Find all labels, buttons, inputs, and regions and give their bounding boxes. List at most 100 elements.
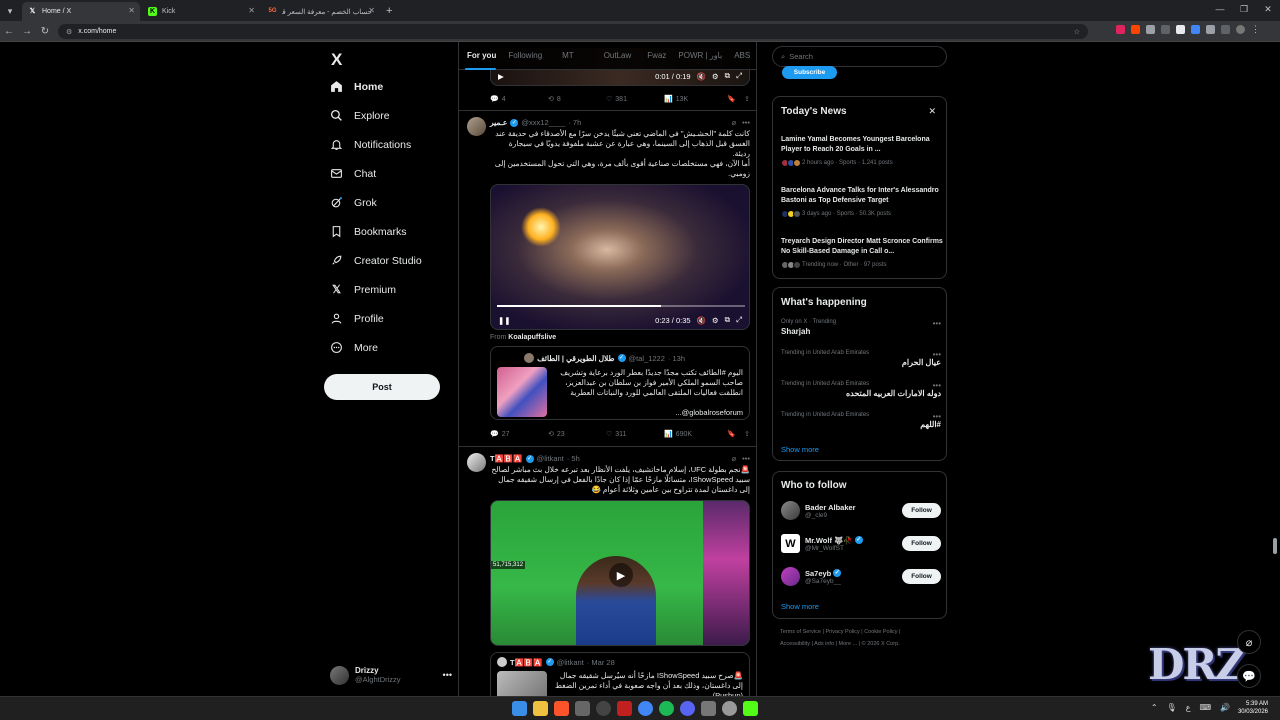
browser-tab-5g[interactable]: 5G حساب الخصم - معرفة السعر قبل ✕ (262, 2, 380, 21)
pause-icon[interactable]: ❚❚ (498, 316, 511, 325)
mute-icon[interactable]: 🔇 (697, 72, 706, 81)
site-info-icon[interactable]: ⚙ (66, 28, 72, 36)
app-icon[interactable] (617, 701, 632, 716)
quote-mention[interactable]: ...@globalroseforum (553, 408, 743, 417)
author-handle[interactable]: @xxx12____ (521, 118, 565, 127)
close-tab-icon[interactable]: ✕ (368, 6, 375, 15)
footer-link[interactable]: Accessibility (780, 641, 810, 647)
follow-suggestion[interactable]: Bader Albaker @_cle9 Follow (781, 501, 941, 520)
more-dots-icon[interactable]: ••• (742, 454, 750, 463)
nav-profile[interactable]: Profile (330, 312, 384, 325)
minimize-icon[interactable]: — (1208, 0, 1232, 18)
footer-link[interactable]: Ads info (814, 641, 834, 647)
nav-chat[interactable]: Chat (330, 167, 376, 180)
author-name[interactable]: عـمير (490, 118, 507, 127)
author-handle[interactable]: @litkant (537, 454, 564, 463)
tab-outlaw[interactable]: OutLaw (598, 51, 638, 60)
quoted-tweet[interactable]: T🅰️🅱️🅰️ ✓ @litkant · Mar 28 🚨صرح سبيد IS… (490, 652, 750, 696)
more-dots-icon[interactable]: ••• (933, 412, 941, 421)
mute-icon[interactable]: 🔇 (697, 316, 706, 325)
post-button[interactable]: Post (324, 374, 440, 400)
video-player[interactable]: 51,715,312 ▶ (490, 500, 750, 646)
close-tab-icon[interactable]: ✕ (248, 6, 255, 15)
from-source[interactable]: Koalapuffslive (508, 334, 556, 341)
extensions-puzzle-icon[interactable] (1206, 25, 1215, 34)
page-scrollbar[interactable] (1273, 538, 1277, 554)
news-headline[interactable]: Lamine Yamal Becomes Youngest Barcelona … (781, 135, 943, 155)
news-headline[interactable]: Treyarch Design Director Matt Scronce Co… (781, 237, 943, 257)
footer-link[interactable]: Privacy Policy (825, 629, 859, 635)
play-icon[interactable]: ▶ (609, 563, 633, 587)
more-dots-icon[interactable]: ••• (933, 381, 941, 390)
footer-link[interactable]: More ... (839, 641, 858, 647)
bookmark-star-icon[interactable]: ☆ (1074, 28, 1080, 36)
grok-icon[interactable]: ⌀ (732, 118, 737, 127)
network-icon[interactable]: ⌨ (1199, 703, 1211, 712)
new-tab-button[interactable]: + (380, 2, 398, 21)
bookmark-button[interactable]: 🔖 (727, 95, 736, 103)
quoted-tweet[interactable]: طلال الطويرقي | الطائف ✓ @tal_1222 · 13h… (490, 346, 750, 420)
settings-icon[interactable]: ⚙ (712, 316, 719, 325)
browser-tab-kick[interactable]: K Kick ✕ (142, 2, 260, 21)
reply-button[interactable]: 💬 27 (490, 430, 548, 439)
like-button[interactable]: ♡ 381 (606, 95, 664, 104)
settings-icon[interactable] (701, 701, 716, 716)
extension-icon[interactable] (1191, 25, 1200, 34)
video-progress-track[interactable] (497, 305, 745, 307)
profile-avatar-icon[interactable] (1236, 25, 1245, 34)
nav-creator-studio[interactable]: Creator Studio (330, 254, 422, 267)
share-icon[interactable]: ⇪ (744, 95, 750, 103)
bookmark-button[interactable]: 🔖 (727, 430, 736, 438)
tab-abs[interactable]: ABS (728, 51, 756, 60)
subscribe-button[interactable]: Subscribe (782, 66, 837, 79)
browser-tab-x[interactable]: 𝕏 Home / X ✕ (22, 2, 140, 21)
app-icon[interactable] (722, 701, 737, 716)
chevron-up-icon[interactable]: ⌃ (1151, 703, 1158, 712)
news-headline[interactable]: Barcelona Advance Talks for Inter's Ales… (781, 186, 943, 206)
author-name[interactable]: T🅰️🅱️🅰️ (490, 454, 523, 463)
spotify-icon[interactable] (659, 701, 674, 716)
share-icon[interactable]: ⇪ (744, 430, 750, 438)
trend-item[interactable]: Only on X · Trending ••• Sharjah (781, 319, 941, 336)
nav-premium[interactable]: 𝕏 Premium (330, 283, 396, 297)
settings-icon[interactable]: ⚙ (712, 72, 719, 81)
views-button[interactable]: 📊 690K (664, 430, 722, 439)
grok-fab-icon[interactable]: ⌀ (1237, 630, 1261, 654)
avatar[interactable] (467, 117, 486, 136)
more-dots-icon[interactable]: ••• (933, 319, 941, 328)
account-switcher[interactable]: Drizzy @AlghtDrizzy ••• (330, 662, 452, 688)
address-bar[interactable]: ⚙ x.com/home ☆ (58, 24, 1088, 39)
repost-button[interactable]: ⟲ 8 (548, 95, 606, 104)
trend-item[interactable]: Trending in United Arab Emirates ••• دوله … (781, 381, 941, 398)
more-dots-icon[interactable]: ••• (933, 350, 941, 359)
language-indicator[interactable]: ع (1186, 703, 1191, 712)
nav-notifications[interactable]: Notifications (330, 138, 411, 151)
pip-icon[interactable]: ⧉ (725, 71, 730, 81)
nav-explore[interactable]: Explore (330, 109, 390, 122)
extension-icon[interactable] (1161, 25, 1170, 34)
forward-icon[interactable]: → (18, 26, 36, 37)
follow-button[interactable]: Follow (902, 536, 941, 551)
footer-link[interactable]: Cookie Policy (864, 629, 897, 635)
play-icon[interactable]: ▶ (498, 72, 504, 81)
menu-kebab-icon[interactable]: ⋮ (1251, 25, 1260, 34)
tab-powr[interactable]: POWR | باور (672, 51, 728, 60)
nav-home[interactable]: Home (330, 80, 383, 93)
pip-icon[interactable]: ⧉ (725, 315, 730, 325)
x-logo[interactable]: X (331, 50, 342, 70)
nav-grok[interactable]: Grok (330, 196, 377, 209)
fullscreen-icon[interactable]: ⤢ (736, 315, 742, 325)
tab-fwaz[interactable]: Fwaz (641, 51, 672, 60)
file-explorer-icon[interactable] (533, 701, 548, 716)
search-input[interactable]: ⌕ Search (772, 46, 947, 67)
windows-start-icon[interactable] (512, 701, 527, 716)
video-player[interactable]: ❚❚ 0:23 / 0:35 🔇 ⚙ ⧉ ⤢ (490, 184, 750, 330)
chrome-icon[interactable] (638, 701, 653, 716)
brave-icon[interactable] (554, 701, 569, 716)
tab-following[interactable]: Following (502, 51, 548, 60)
extension-icon[interactable] (1146, 25, 1155, 34)
follow-button[interactable]: Follow (902, 503, 941, 518)
follow-suggestion[interactable]: Sa7eyb ✓ @Sa7eyb__ Follow (781, 567, 941, 586)
show-more-link[interactable]: Show more (781, 602, 819, 611)
tab-mt[interactable]: MT (556, 51, 580, 60)
